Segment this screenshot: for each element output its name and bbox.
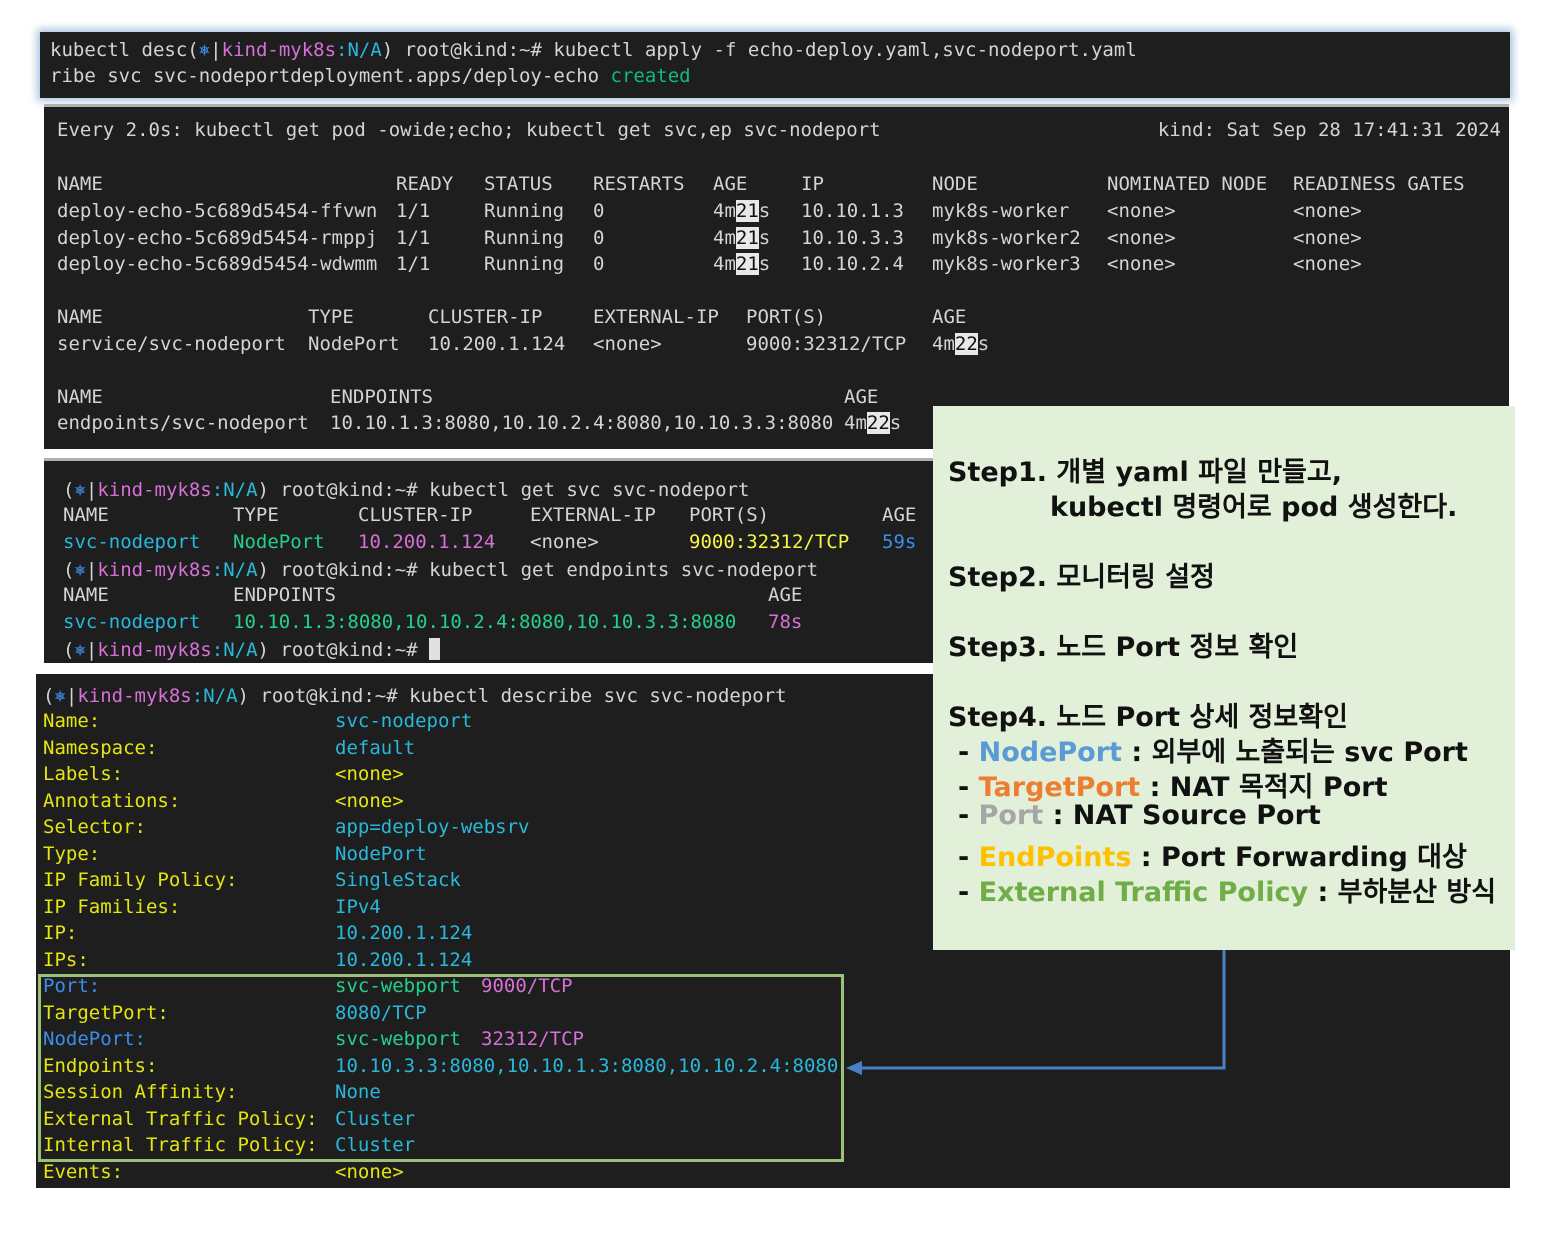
arrow-line [860,950,1226,1070]
arrow-head-icon [846,1061,862,1075]
connector-arrow [846,950,1226,1075]
